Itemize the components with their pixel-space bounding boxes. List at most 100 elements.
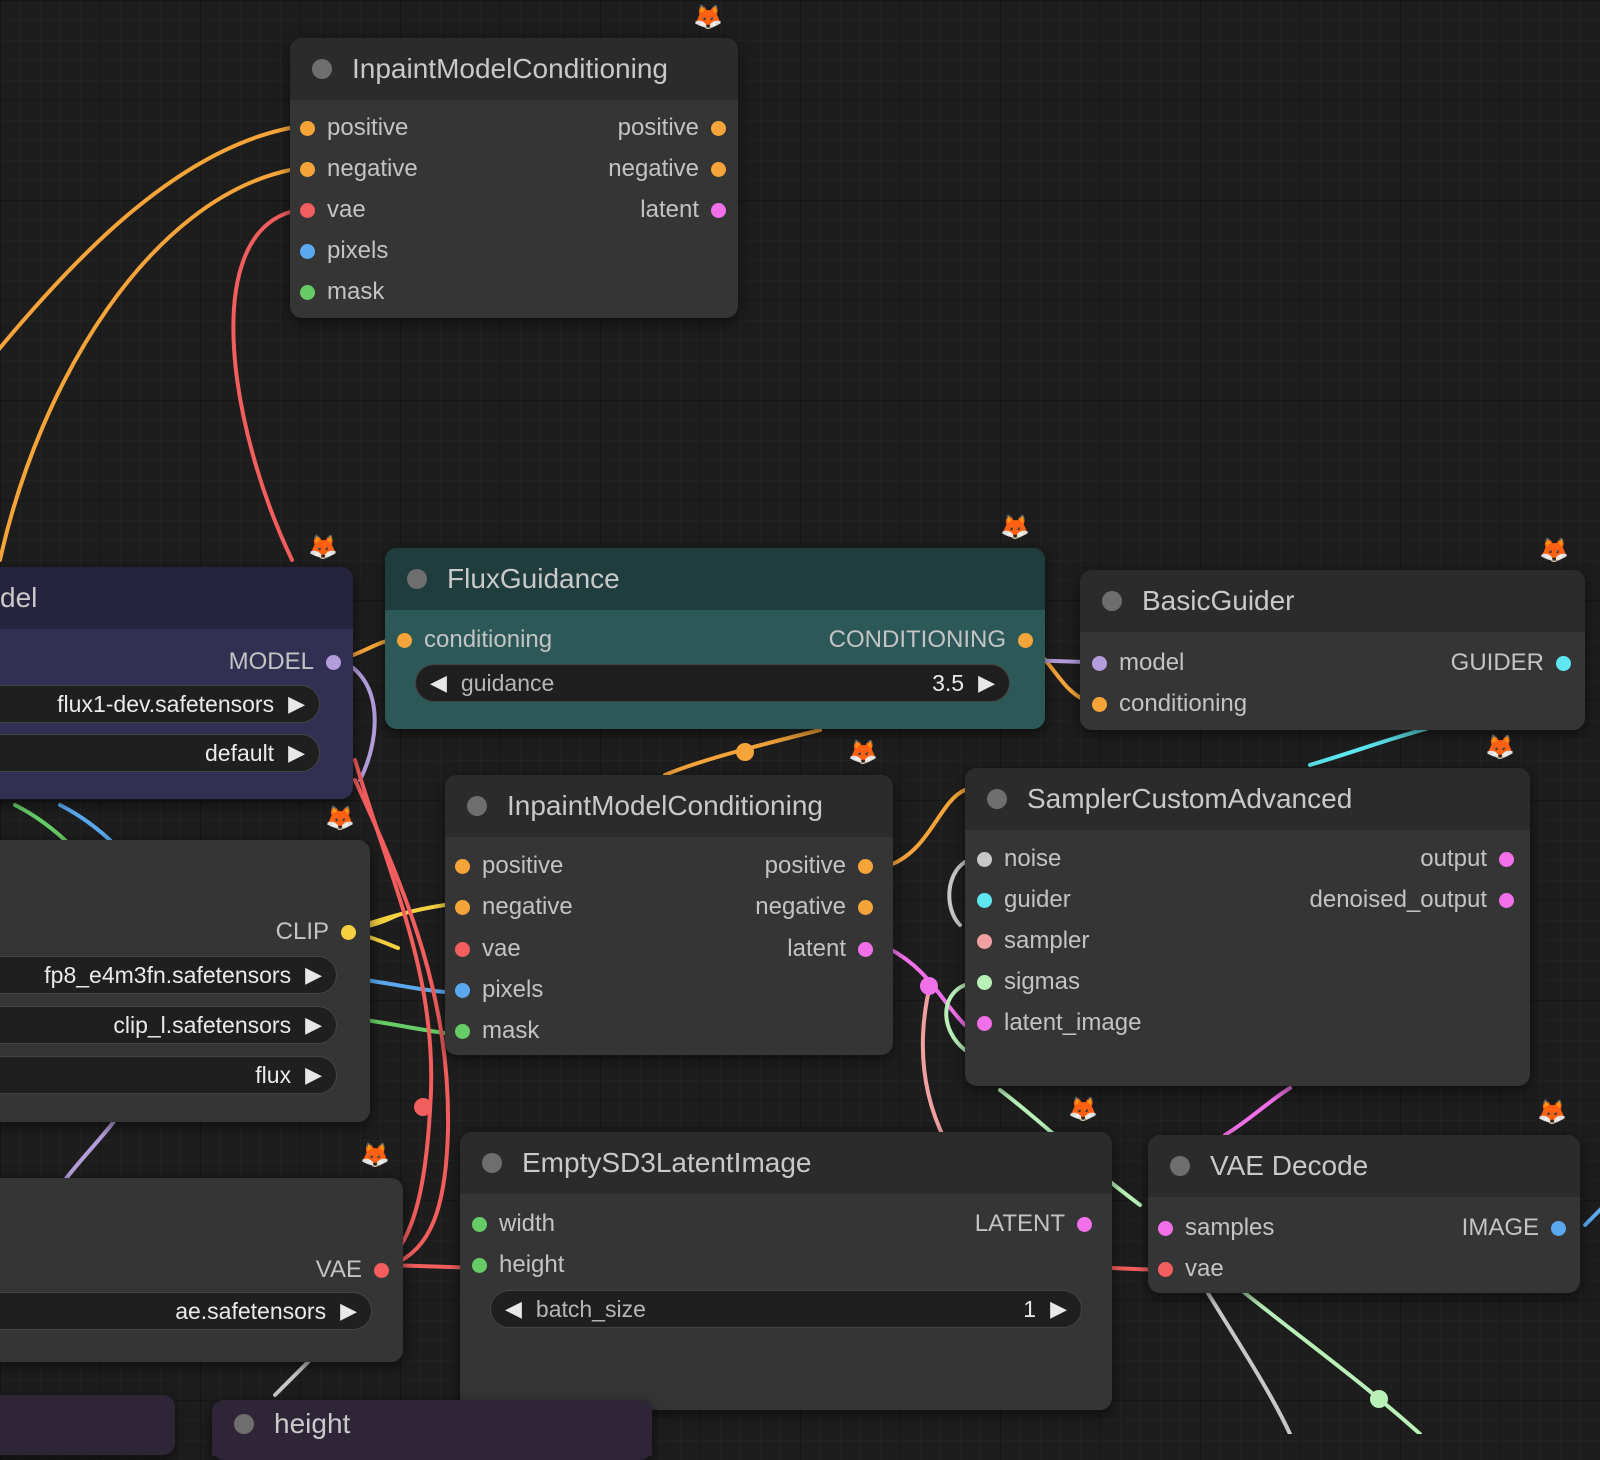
input-slot-negative[interactable]: negative — [300, 154, 418, 184]
slot-dot-icon[interactable] — [1018, 632, 1033, 648]
triangle-right-icon[interactable]: ▶ — [964, 670, 1009, 696]
empty-sd3-latent-image-node[interactable]: EmptySD3LatentImage width height LATENT … — [460, 1132, 1112, 1410]
output-slot-latent[interactable]: latent — [787, 934, 873, 964]
input-slot-pixels[interactable]: pixels — [300, 236, 388, 266]
triangle-right-icon[interactable]: ▶ — [274, 691, 319, 717]
node-header[interactable]: VAE Decode — [1148, 1135, 1580, 1197]
slot-dot-icon[interactable] — [455, 941, 470, 957]
reroute-green[interactable] — [1370, 1390, 1388, 1408]
slot-dot-icon[interactable] — [300, 120, 315, 136]
node-header[interactable]: EmptySD3LatentImage — [460, 1132, 1112, 1194]
slot-dot-icon[interactable] — [472, 1257, 487, 1273]
slot-dot-icon[interactable] — [1499, 851, 1514, 867]
triangle-right-icon[interactable]: ▶ — [291, 1012, 336, 1038]
slot-dot-icon[interactable] — [1092, 655, 1107, 671]
vae-loader-node[interactable]: VAE ae.safetensors ▶ — [0, 1178, 403, 1362]
output-slot-vae[interactable]: VAE — [316, 1255, 389, 1285]
output-slot-positive[interactable]: positive — [618, 113, 726, 143]
node-header[interactable]: SamplerCustomAdvanced — [965, 768, 1530, 830]
output-slot-latent[interactable]: latent — [640, 195, 726, 225]
bottom-height-partial-node[interactable]: height — [212, 1400, 652, 1460]
clip-type-combo[interactable]: flux ▶ — [0, 1056, 337, 1094]
node-header[interactable]: FluxGuidance — [385, 548, 1045, 610]
slot-dot-icon[interactable] — [977, 892, 992, 908]
slot-dot-icon[interactable] — [711, 161, 726, 177]
collapse-dot-icon[interactable] — [467, 796, 487, 816]
slot-dot-icon[interactable] — [1551, 1220, 1566, 1236]
input-slot-vae[interactable]: vae — [300, 195, 366, 225]
node-header[interactable]: InpaintModelConditioning — [445, 775, 893, 837]
node-header[interactable]: del — [0, 567, 353, 629]
collapse-dot-icon[interactable] — [407, 569, 427, 589]
slot-dot-icon[interactable] — [858, 858, 873, 874]
triangle-right-icon[interactable]: ▶ — [274, 740, 319, 766]
basic-guider-node[interactable]: BasicGuider model conditioning GUIDER — [1080, 570, 1585, 730]
guidance-number-widget[interactable]: ◀ guidance 3.5 ▶ — [415, 664, 1010, 702]
reroute-latent[interactable] — [920, 977, 938, 995]
triangle-right-icon[interactable]: ▶ — [326, 1298, 371, 1324]
node-header[interactable]: height — [212, 1400, 652, 1456]
slot-dot-icon[interactable] — [1158, 1261, 1173, 1277]
collapse-dot-icon[interactable] — [312, 59, 332, 79]
input-slot-conditioning[interactable]: conditioning — [397, 625, 552, 655]
output-slot-model[interactable]: MODEL — [229, 647, 341, 677]
input-slot-height[interactable]: height — [472, 1250, 564, 1280]
input-slot-guider[interactable]: guider — [977, 885, 1071, 915]
output-slot-output[interactable]: output — [1420, 844, 1514, 874]
slot-dot-icon[interactable] — [977, 933, 992, 949]
slot-dot-icon[interactable] — [326, 654, 341, 670]
slot-dot-icon[interactable] — [472, 1216, 487, 1232]
slot-dot-icon[interactable] — [300, 202, 315, 218]
output-slot-negative[interactable]: negative — [608, 154, 726, 184]
flux-guidance-node[interactable]: FluxGuidance conditioning CONDITIONING ◀… — [385, 548, 1045, 729]
inpaint-model-conditioning-node-mid[interactable]: InpaintModelConditioning positive negati… — [445, 775, 893, 1055]
slot-dot-icon[interactable] — [977, 851, 992, 867]
input-slot-negative[interactable]: negative — [455, 892, 573, 922]
input-slot-vae[interactable]: vae — [1158, 1254, 1224, 1284]
input-slot-vae[interactable]: vae — [455, 934, 521, 964]
slot-dot-icon[interactable] — [397, 632, 412, 648]
model-loader-node[interactable]: del MODEL flux1-dev.safetensors ▶ defaul… — [0, 567, 353, 799]
vae-decode-node[interactable]: VAE Decode samples vae IMAGE — [1148, 1135, 1580, 1293]
output-slot-clip[interactable]: CLIP — [276, 917, 356, 947]
collapse-dot-icon[interactable] — [234, 1414, 254, 1434]
input-slot-model[interactable]: model — [1092, 648, 1184, 678]
input-slot-positive[interactable]: positive — [455, 851, 563, 881]
slot-dot-icon[interactable] — [711, 202, 726, 218]
output-slot-guider[interactable]: GUIDER — [1451, 648, 1571, 678]
vae-name-combo[interactable]: ae.safetensors ▶ — [0, 1292, 372, 1330]
slot-dot-icon[interactable] — [1499, 892, 1514, 908]
triangle-right-icon[interactable]: ▶ — [291, 1062, 336, 1088]
input-slot-mask[interactable]: mask — [455, 1016, 539, 1046]
slot-dot-icon[interactable] — [455, 1023, 470, 1039]
triangle-right-icon[interactable]: ▶ — [1036, 1296, 1081, 1322]
output-slot-latent[interactable]: LATENT — [975, 1209, 1092, 1239]
slot-dot-icon[interactable] — [858, 899, 873, 915]
output-slot-positive[interactable]: positive — [765, 851, 873, 881]
reroute-conditioning[interactable] — [736, 743, 754, 761]
unet-name-combo[interactable]: flux1-dev.safetensors ▶ — [0, 685, 320, 723]
slot-dot-icon[interactable] — [374, 1262, 389, 1278]
input-slot-noise[interactable]: noise — [977, 844, 1061, 874]
inpaint-model-conditioning-node-top[interactable]: InpaintModelConditioning positive negati… — [290, 38, 738, 318]
input-slot-latent-image[interactable]: latent_image — [977, 1008, 1141, 1038]
node-header[interactable]: InpaintModelConditioning — [290, 38, 738, 100]
collapse-dot-icon[interactable] — [987, 789, 1007, 809]
input-slot-sampler[interactable]: sampler — [977, 926, 1089, 956]
collapse-dot-icon[interactable] — [1102, 591, 1122, 611]
clip-loader-node[interactable]: CLIP fp8_e4m3fn.safetensors ▶ clip_l.saf… — [0, 840, 370, 1122]
weight-dtype-combo[interactable]: default ▶ — [0, 734, 320, 772]
slot-dot-icon[interactable] — [300, 161, 315, 177]
slot-dot-icon[interactable] — [300, 284, 315, 300]
clip-name1-combo[interactable]: fp8_e4m3fn.safetensors ▶ — [0, 956, 337, 994]
slot-dot-icon[interactable] — [1077, 1216, 1092, 1232]
batch-size-number-widget[interactable]: ◀ batch_size 1 ▶ — [490, 1290, 1082, 1328]
slot-dot-icon[interactable] — [977, 974, 992, 990]
slot-dot-icon[interactable] — [341, 924, 356, 940]
triangle-right-icon[interactable]: ▶ — [291, 962, 336, 988]
reroute-vae[interactable] — [414, 1098, 432, 1116]
output-slot-negative[interactable]: negative — [755, 892, 873, 922]
slot-dot-icon[interactable] — [1158, 1220, 1173, 1236]
slot-dot-icon[interactable] — [711, 120, 726, 136]
clip-name2-combo[interactable]: clip_l.safetensors ▶ — [0, 1006, 337, 1044]
